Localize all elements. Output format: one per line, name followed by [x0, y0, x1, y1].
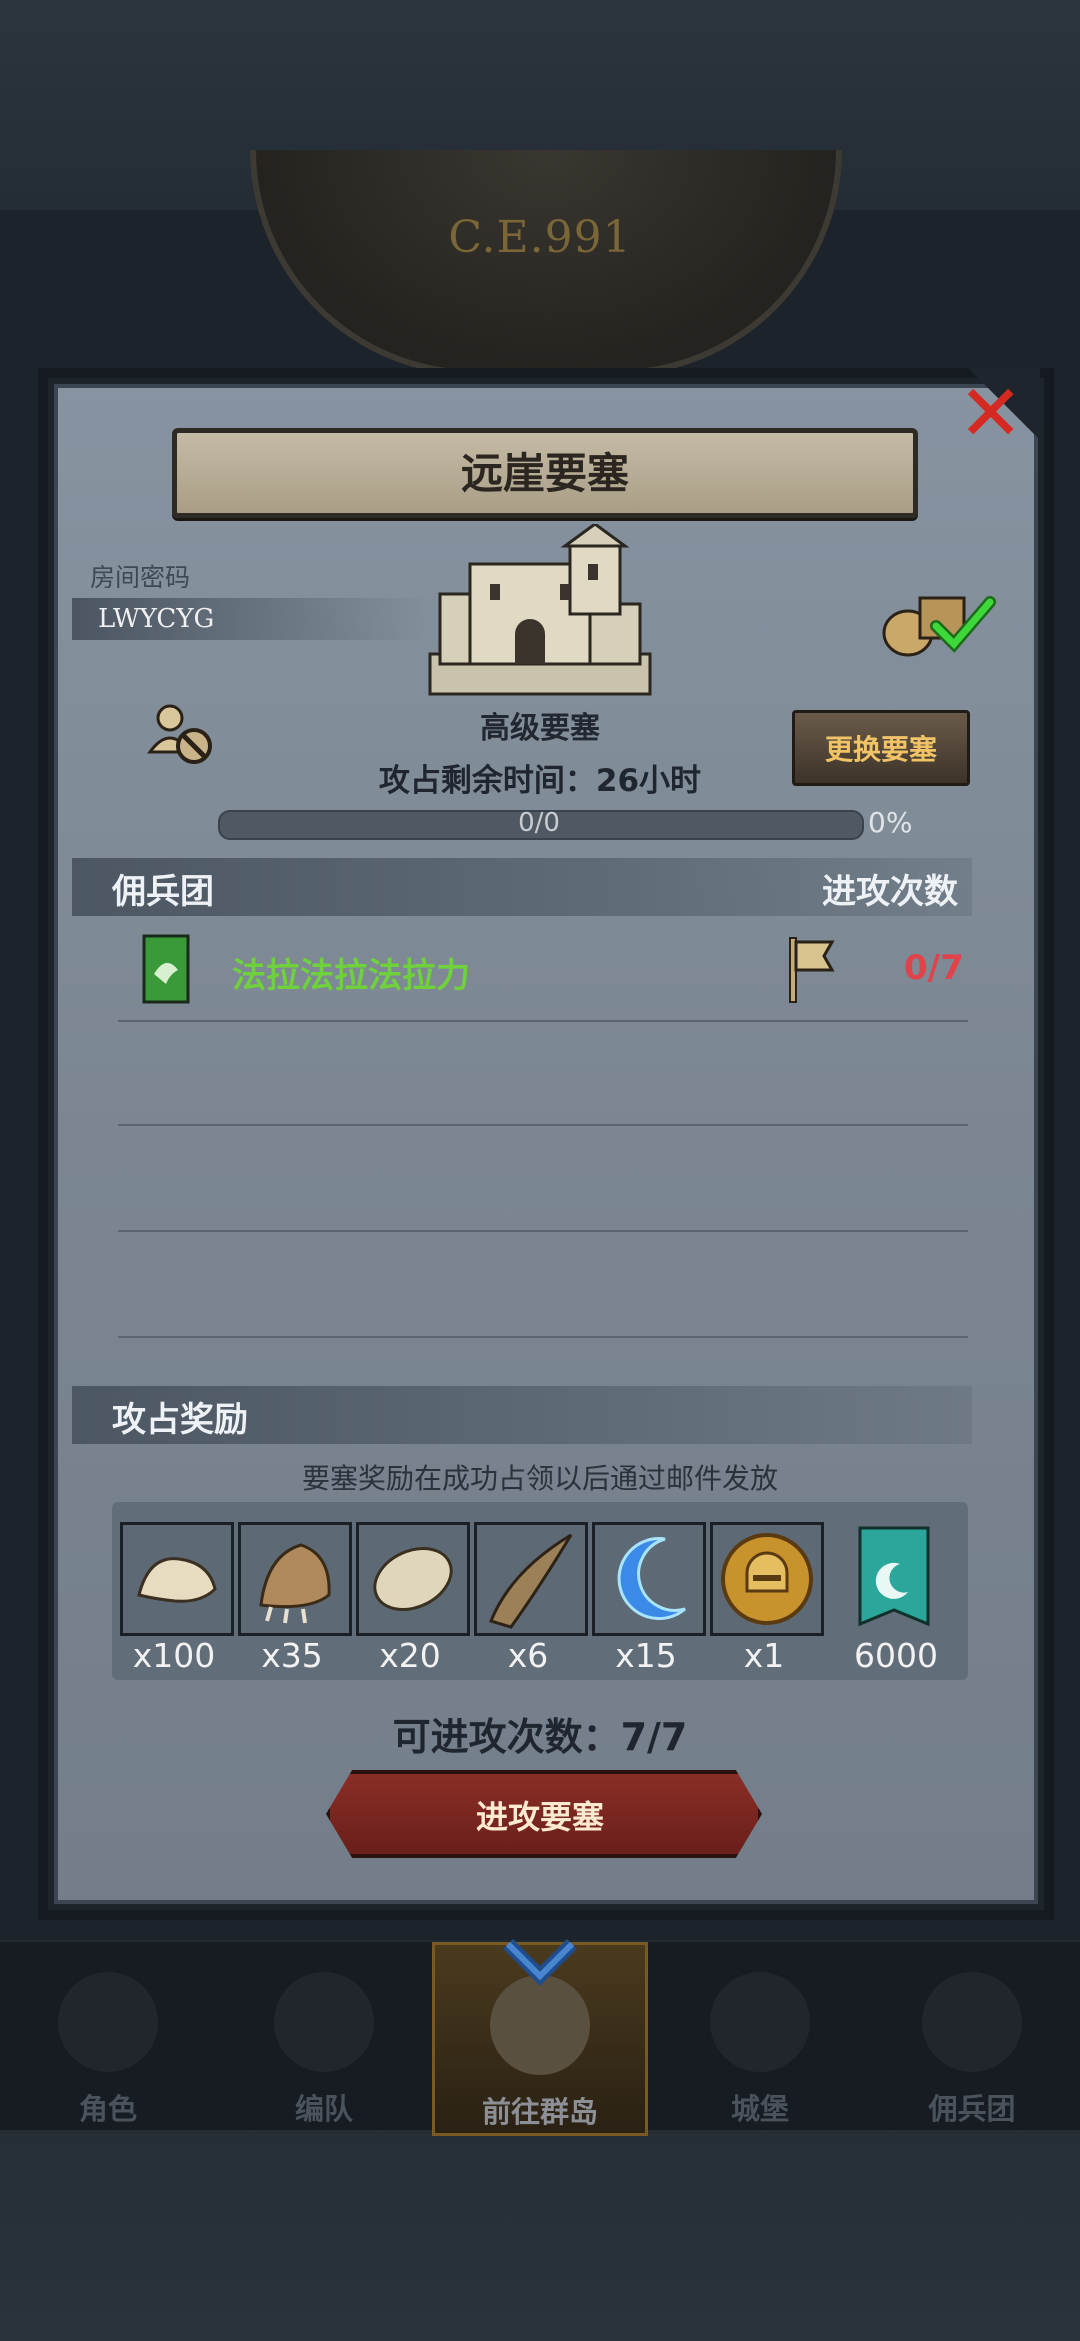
flag-icon — [789, 937, 835, 1003]
user-blocked-icon[interactable] — [146, 700, 216, 770]
remaining-attacks: 可进攻次数：7/7 — [392, 1715, 688, 1759]
fortress-castle-icon — [428, 524, 652, 696]
reward-qty: x35 — [261, 1636, 323, 1675]
nav-label: 佣兵团 — [928, 2092, 1016, 2126]
nav-label: 角色 — [78, 2092, 137, 2126]
reward-note: 要塞奖励在成功占领以后通过邮件发放 — [301, 1462, 778, 1495]
nav-character[interactable]: 角色 — [8, 1942, 208, 2130]
fortress-level: 高级要塞 — [480, 711, 600, 746]
reward-qty: x6 — [507, 1636, 549, 1675]
nav-mercenary[interactable]: 佣兵团 — [872, 1942, 1072, 2130]
room-password-value[interactable]: LWYCYG — [98, 604, 214, 634]
beast-claw-icon[interactable] — [238, 1522, 352, 1636]
attack-fortress-label[interactable]: 进攻要塞 — [326, 1792, 754, 1838]
character-icon — [58, 1972, 158, 2072]
time-remaining: 攻占剩余时间：26小时 — [378, 763, 702, 799]
blue-crescent-icon[interactable] — [592, 1522, 706, 1636]
nav-castle[interactable]: 城堡 — [660, 1942, 860, 2130]
dialog-title: 远崖要塞 — [460, 449, 629, 498]
row-divider — [118, 1230, 968, 1232]
fur-pelt-icon[interactable] — [120, 1522, 234, 1636]
reward-qty: x1 — [743, 1636, 785, 1675]
nav-label: 城堡 — [730, 2092, 789, 2126]
row-divider — [118, 1336, 968, 1338]
attack-count-header: 进攻次数 — [822, 872, 958, 912]
golden-helmet-medal-icon[interactable] — [710, 1522, 824, 1636]
nav-label: 前往群岛 — [481, 2095, 598, 2129]
formation-icon — [274, 1972, 374, 2072]
guild-banner-icon[interactable] — [856, 1524, 932, 1630]
era-label: C.E.991 — [448, 212, 632, 263]
mercenary-icon — [922, 1972, 1022, 2072]
feather-scale-icon[interactable] — [356, 1522, 470, 1636]
mercenary-section-title: 佣兵团 — [112, 872, 214, 912]
loot-claimed-icon[interactable] — [878, 588, 998, 658]
castle-icon — [710, 1972, 810, 2072]
nav-label: 编队 — [294, 2092, 353, 2126]
close-icon[interactable]: ✕ — [958, 374, 1023, 454]
reward-qty: x20 — [379, 1636, 441, 1675]
reward-qty: x15 — [615, 1636, 677, 1675]
room-password-label: 房间密码 — [90, 563, 191, 592]
capture-progress-percent: 0% — [868, 806, 913, 839]
change-fortress-label[interactable]: 更换要塞 — [792, 728, 970, 768]
guild-name[interactable]: 法拉法拉法拉力 — [232, 948, 470, 997]
row-divider — [118, 1124, 968, 1126]
reward-qty: 6000 — [854, 1636, 938, 1675]
capture-progress-text: 0/0 — [518, 808, 560, 838]
row-divider — [118, 1020, 968, 1022]
reward-section-title: 攻占奖励 — [112, 1400, 248, 1440]
reward-qty: x100 — [132, 1636, 216, 1675]
chevron-down-icon — [503, 1939, 577, 1986]
guild-attack-count: 0/7 — [904, 948, 964, 988]
nav-formation[interactable]: 编队 — [224, 1942, 424, 2130]
guild-emblem-icon — [142, 934, 190, 1004]
horn-icon[interactable] — [474, 1522, 588, 1636]
